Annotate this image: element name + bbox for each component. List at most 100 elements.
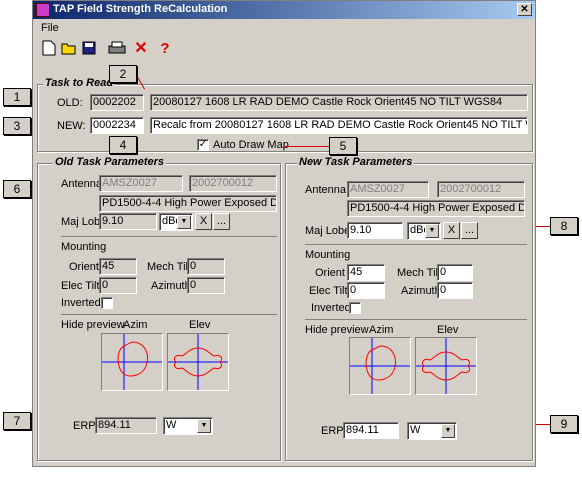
dropdown-arrow-icon: ▼ xyxy=(197,419,211,433)
callout-1: 1 xyxy=(3,88,31,106)
old-mounting-label: Mounting xyxy=(61,241,107,253)
new-elev-label: Elev xyxy=(437,324,459,336)
new-hide-preview-label[interactable]: Hide preview xyxy=(305,324,369,336)
app-window: TAP Field Strength ReCalculation ✕ File … xyxy=(32,0,536,467)
new-orient-value[interactable]: 45 xyxy=(347,264,385,281)
delete-icon[interactable]: ✕ xyxy=(131,38,151,58)
auto-draw-map-label: Auto Draw Map xyxy=(213,139,289,151)
new-task-params-title: New Task Parameters xyxy=(297,156,415,168)
new-antenna-date: 2002700012 xyxy=(437,181,525,198)
old-erp-value: 894.11 xyxy=(95,417,157,434)
old-maj-lobe-value: 9.10 xyxy=(99,213,157,230)
new-divider xyxy=(305,244,527,245)
new-azimuth-label: Azimuth xyxy=(401,285,441,297)
new-inverted-label: Inverted xyxy=(311,302,351,314)
close-button[interactable]: ✕ xyxy=(517,3,532,16)
new-elec-tilt-label: Elec Tilt xyxy=(309,285,348,297)
old-mech-tilt-label: Mech Tilt xyxy=(147,261,192,273)
new-mech-tilt-value[interactable]: 0 xyxy=(437,264,473,281)
old-elev-preview xyxy=(167,333,229,391)
old-elev-label: Elev xyxy=(189,319,211,331)
old-orient-label: Orient xyxy=(69,261,99,273)
old-erp-unit-text: W xyxy=(166,419,177,431)
old-elec-tilt-value: 0 xyxy=(99,277,137,294)
callout-8: 8 xyxy=(550,217,578,235)
old-divider xyxy=(61,236,277,237)
old-task-description: 20080127 1608 LR RAD DEMO Castle Rock Or… xyxy=(150,94,528,111)
old-orient-value: 45 xyxy=(99,258,137,275)
new-maj-lobe-label: Maj Lobe xyxy=(305,225,351,237)
old-divider-2 xyxy=(61,314,277,315)
new-clear-button[interactable]: X xyxy=(443,222,460,239)
old-label: OLD: xyxy=(57,97,83,109)
callout-5: 5 xyxy=(329,137,357,155)
new-azimuth-value[interactable]: 0 xyxy=(437,282,473,299)
menu-file[interactable]: File xyxy=(41,22,59,34)
new-erp-unit-text: W xyxy=(410,424,421,436)
new-erp-value[interactable]: 894.11 xyxy=(343,422,399,439)
dropdown-arrow-icon: ▼ xyxy=(425,224,439,238)
app-icon xyxy=(36,3,50,17)
dropdown-arrow-icon: ▼ xyxy=(441,424,455,438)
old-azimuth-value: 0 xyxy=(187,277,225,294)
old-clear-button: X xyxy=(195,213,212,230)
new-label: NEW: xyxy=(57,120,86,132)
old-task-params-title: Old Task Parameters xyxy=(53,156,167,168)
old-browse-button: ... xyxy=(213,213,230,230)
callout-9: 9 xyxy=(550,415,578,433)
new-erp-unit[interactable]: W ▼ xyxy=(407,422,457,440)
title-bar: TAP Field Strength ReCalculation ✕ xyxy=(33,1,535,19)
old-mech-tilt-value: 0 xyxy=(187,258,225,275)
menu-bar: File xyxy=(33,20,535,38)
old-erp-label: ERP xyxy=(73,420,96,432)
callout-6: 6 xyxy=(3,180,31,198)
old-task-id: 0002202 xyxy=(90,94,144,111)
old-inverted-label: Inverted xyxy=(61,297,101,309)
print-icon[interactable] xyxy=(107,38,127,58)
new-antenna-label: Antenna xyxy=(305,184,346,196)
save-icon[interactable] xyxy=(79,38,99,58)
callout-7: 7 xyxy=(3,412,31,430)
help-icon[interactable]: ? xyxy=(155,38,175,58)
new-azim-preview xyxy=(349,337,411,395)
window-title: TAP Field Strength ReCalculation xyxy=(53,3,228,15)
new-task-id[interactable]: 0002234 xyxy=(90,117,144,134)
old-antenna-date: 2002700012 xyxy=(189,175,277,192)
new-antenna-code: AMSZ0027 xyxy=(347,181,429,198)
new-elev-preview xyxy=(415,337,477,395)
new-mounting-label: Mounting xyxy=(305,249,351,261)
callout-5-line xyxy=(283,146,329,147)
new-divider-2 xyxy=(305,319,527,320)
old-inverted-checkbox xyxy=(101,297,113,309)
old-antenna-label: Antenna xyxy=(61,178,102,190)
old-erp-unit: W ▼ xyxy=(163,417,213,435)
new-icon[interactable] xyxy=(39,38,59,58)
callout-2: 2 xyxy=(109,65,137,83)
new-elec-tilt-value[interactable]: 0 xyxy=(347,282,385,299)
new-task-description[interactable]: Recalc from 20080127 1608 LR RAD DEMO Ca… xyxy=(150,117,528,134)
callout-4: 4 xyxy=(109,136,137,154)
new-maj-lobe-value[interactable]: 9.10 xyxy=(347,222,403,239)
old-maj-lobe-unit: dBd ▼ xyxy=(159,213,193,231)
task-to-read-title: Task to Read xyxy=(43,77,116,89)
new-mech-tilt-label: Mech Tilt xyxy=(397,267,442,279)
old-azim-preview xyxy=(101,333,163,391)
old-elec-tilt-label: Elec Tilt xyxy=(61,280,100,292)
new-browse-button[interactable]: ... xyxy=(461,222,478,239)
dropdown-arrow-icon: ▼ xyxy=(177,215,191,229)
new-inverted-checkbox[interactable] xyxy=(349,302,361,314)
new-azim-label: Azim xyxy=(369,324,394,336)
new-antenna-description: PD1500-4-4 High Power Exposed Dipole 1 xyxy=(347,200,525,217)
old-antenna-code: AMSZ0027 xyxy=(99,175,183,192)
old-azim-label: Azim xyxy=(123,319,148,331)
auto-draw-map-checkbox[interactable]: ✓ xyxy=(197,139,209,151)
old-azimuth-label: Azimuth xyxy=(151,280,191,292)
new-maj-lobe-unit[interactable]: dBd ▼ xyxy=(407,222,441,240)
new-orient-label: Orient xyxy=(315,267,345,279)
old-hide-preview-label: Hide preview xyxy=(61,319,125,331)
old-antenna-description: PD1500-4-4 High Power Exposed Dipole 1 xyxy=(99,195,277,212)
open-icon[interactable] xyxy=(59,38,79,58)
new-erp-label: ERP xyxy=(321,425,344,437)
callout-3: 3 xyxy=(3,117,31,135)
toolbar: ✕ ? xyxy=(39,38,239,60)
